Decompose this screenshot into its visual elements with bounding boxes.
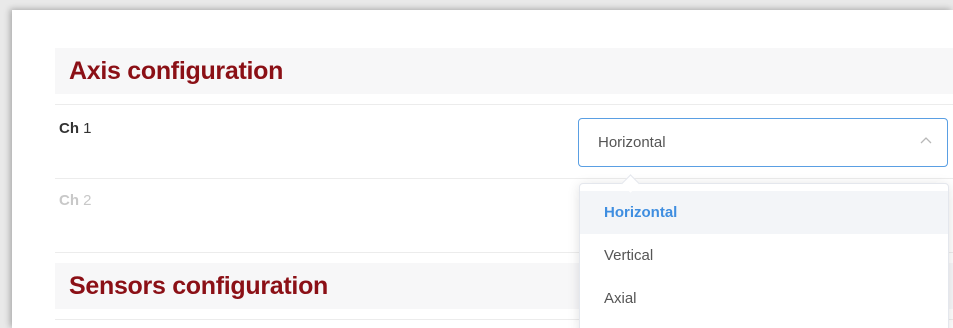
config-panel: Axis configuration Ch 1 Horizontal Ch 2 … xyxy=(12,10,953,328)
axis-configuration-title: Axis configuration xyxy=(69,56,284,85)
channel-1-label: Ch 1 xyxy=(59,120,92,137)
divider xyxy=(55,178,953,179)
divider xyxy=(55,104,953,105)
axis-select-ch1[interactable]: Horizontal xyxy=(578,118,948,167)
channel-number: 1 xyxy=(83,120,92,137)
option-horizontal[interactable]: Horizontal xyxy=(580,191,948,234)
option-axial[interactable]: Axial xyxy=(580,277,948,320)
channel-prefix: Ch xyxy=(59,192,79,209)
axis-select-value: Horizontal xyxy=(598,134,666,151)
sensors-configuration-title: Sensors configuration xyxy=(69,271,329,300)
axis-select-dropdown: Horizontal Vertical Axial xyxy=(579,174,949,328)
option-vertical[interactable]: Vertical xyxy=(580,234,948,277)
axis-configuration-header: Axis configuration xyxy=(55,48,953,94)
channel-2-label: Ch 2 xyxy=(59,192,92,209)
channel-prefix: Ch xyxy=(59,120,79,137)
channel-number: 2 xyxy=(83,192,92,209)
chevron-up-icon xyxy=(920,137,932,144)
